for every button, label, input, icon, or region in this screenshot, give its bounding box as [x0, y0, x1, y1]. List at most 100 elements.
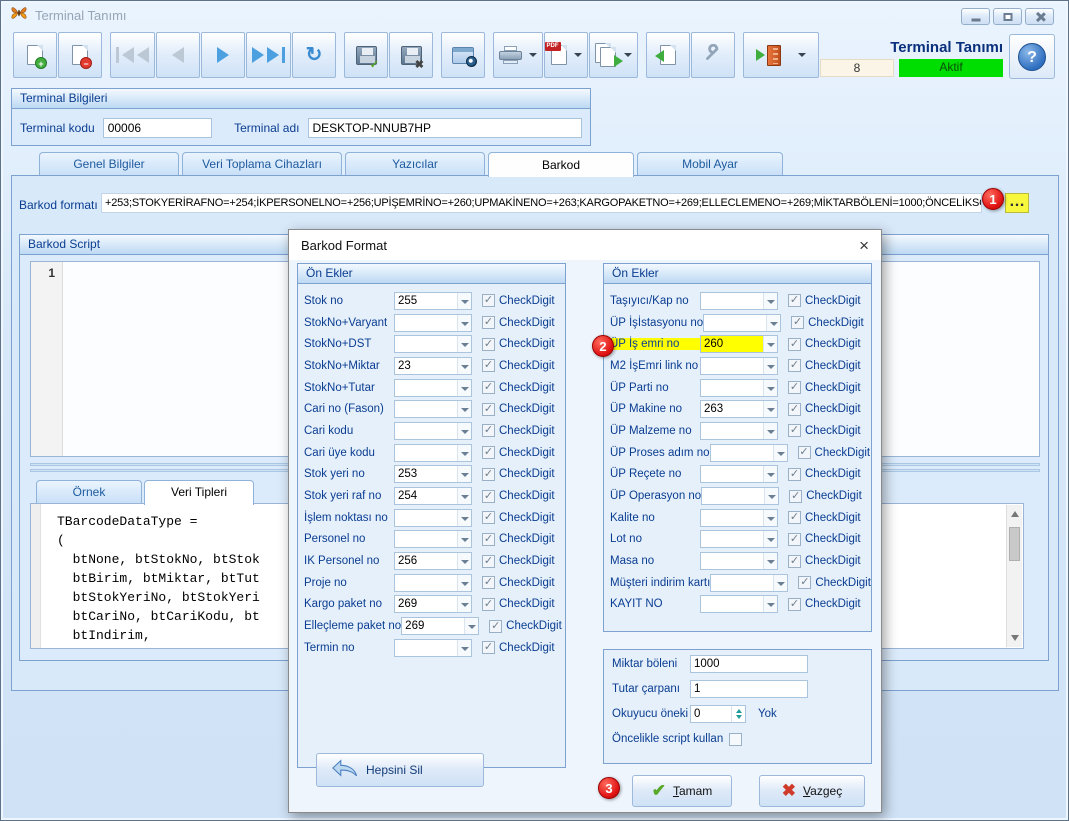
prefix-combo[interactable] — [700, 422, 778, 440]
checkdigit-checkbox[interactable]: ✓ — [788, 403, 801, 416]
prefix-combo[interactable]: 269 — [401, 617, 479, 635]
combo-arrow-icon[interactable] — [763, 358, 777, 374]
prefix-combo[interactable] — [394, 639, 472, 657]
prefix-combo[interactable] — [703, 314, 781, 332]
combo-arrow-icon[interactable] — [464, 618, 478, 634]
prefix-combo[interactable]: 269 — [394, 595, 472, 613]
prefix-combo[interactable] — [394, 314, 472, 332]
terminal-kodu-input[interactable]: 00006 — [103, 118, 212, 138]
barkod-format-field[interactable]: +253;STOKYERİRAFNO=+254;İKPERSONELNO=+25… — [101, 193, 982, 213]
combo-arrow-icon[interactable] — [457, 445, 471, 461]
import-button[interactable] — [646, 32, 690, 78]
main-tab[interactable]: Yazıcılar — [345, 152, 485, 175]
checkdigit-checkbox[interactable]: ✓ — [788, 424, 801, 437]
combo-arrow-icon[interactable] — [773, 445, 787, 461]
checkdigit-checkbox[interactable]: ✓ — [482, 468, 495, 481]
combo-arrow-icon[interactable] — [457, 510, 471, 526]
maximize-button[interactable] — [993, 8, 1022, 25]
prefix-combo[interactable]: 23 — [394, 357, 472, 375]
last-record-button[interactable] — [246, 32, 291, 78]
terminal-adi-input[interactable]: DESKTOP-NNUB7HP — [308, 118, 583, 138]
checkdigit-checkbox[interactable]: ✓ — [788, 533, 801, 546]
checkdigit-checkbox[interactable]: ✓ — [482, 555, 495, 568]
combo-arrow-icon[interactable] — [457, 553, 471, 569]
prefix-combo[interactable] — [394, 530, 472, 548]
vertical-scrollbar[interactable] — [1006, 505, 1022, 647]
close-button[interactable] — [1025, 8, 1054, 25]
prefix-combo[interactable] — [710, 444, 788, 462]
format-ellipsis-button[interactable]: … — [1005, 193, 1029, 213]
prefix-combo[interactable] — [700, 595, 778, 613]
prefix-combo[interactable] — [700, 465, 778, 483]
combo-arrow-icon[interactable] — [763, 510, 777, 526]
checkdigit-checkbox[interactable]: ✓ — [798, 446, 811, 459]
next-record-button[interactable] — [201, 32, 245, 78]
combo-arrow-icon[interactable] — [457, 596, 471, 612]
checkdigit-checkbox[interactable]: ✓ — [482, 338, 495, 351]
previous-record-button[interactable] — [156, 32, 200, 78]
combo-arrow-icon[interactable] — [457, 466, 471, 482]
combo-arrow-icon[interactable] — [457, 336, 471, 352]
save-button[interactable]: ✓ — [344, 32, 388, 78]
main-tab[interactable]: Veri Toplama Cihazları — [182, 152, 342, 175]
combo-arrow-icon[interactable] — [457, 315, 471, 331]
copy-transfer-button[interactable] — [589, 32, 638, 78]
prefix-combo[interactable] — [700, 357, 778, 375]
okuyucu-oneki-spinner[interactable]: 0 — [690, 705, 746, 723]
combo-arrow-icon[interactable] — [766, 315, 780, 331]
exit-button[interactable] — [743, 32, 819, 78]
combo-arrow-icon[interactable] — [763, 293, 777, 309]
combo-arrow-icon[interactable] — [457, 423, 471, 439]
prefix-combo[interactable] — [700, 552, 778, 570]
combo-arrow-icon[interactable] — [763, 531, 777, 547]
combo-arrow-icon[interactable] — [763, 596, 777, 612]
prefix-combo[interactable] — [394, 444, 472, 462]
checkdigit-checkbox[interactable]: ✓ — [788, 338, 801, 351]
prefix-combo[interactable] — [394, 422, 472, 440]
main-tab[interactable]: Mobil Ayar — [637, 152, 783, 175]
first-record-button[interactable] — [110, 32, 155, 78]
prefix-combo[interactable] — [394, 335, 472, 353]
checkdigit-checkbox[interactable]: ✓ — [798, 576, 811, 589]
refresh-button[interactable]: ↻ — [292, 32, 336, 78]
scroll-down-icon[interactable] — [1011, 635, 1019, 641]
spinner-arrows-icon[interactable] — [731, 706, 745, 722]
script-kullan-checkbox[interactable] — [729, 733, 742, 746]
prefix-combo[interactable] — [394, 509, 472, 527]
hepsini-sil-button[interactable]: Hepsini Sil — [316, 753, 484, 787]
inner-tab[interactable]: Veri Tipleri — [144, 480, 254, 505]
tools-button[interactable] — [691, 32, 735, 78]
scroll-up-icon[interactable] — [1011, 511, 1019, 517]
checkdigit-checkbox[interactable]: ✓ — [482, 576, 495, 589]
scroll-thumb[interactable] — [1009, 527, 1020, 561]
prefix-combo[interactable]: 255 — [394, 292, 472, 310]
combo-arrow-icon[interactable] — [773, 575, 787, 591]
checkdigit-checkbox[interactable]: ✓ — [489, 620, 502, 633]
prefix-combo[interactable] — [394, 379, 472, 397]
combo-arrow-icon[interactable] — [763, 380, 777, 396]
checkdigit-checkbox[interactable]: ✓ — [482, 511, 495, 524]
combo-arrow-icon[interactable] — [457, 531, 471, 547]
prefix-combo[interactable] — [700, 379, 778, 397]
prefix-combo[interactable] — [394, 574, 472, 592]
save-cancel-button[interactable]: ✖ — [389, 32, 433, 78]
checkdigit-checkbox[interactable]: ✓ — [788, 555, 801, 568]
combo-arrow-icon[interactable] — [457, 575, 471, 591]
delete-record-button[interactable]: − — [58, 32, 102, 78]
tutar-carpani-input[interactable]: 1 — [690, 680, 808, 698]
checkdigit-checkbox[interactable]: ✓ — [482, 316, 495, 329]
checkdigit-checkbox[interactable]: ✓ — [482, 359, 495, 372]
prefix-combo[interactable]: 254 — [394, 487, 472, 505]
checkdigit-checkbox[interactable]: ✓ — [788, 381, 801, 394]
vazgec-button[interactable]: ✖ Vazgeç — [759, 775, 865, 807]
combo-arrow-icon[interactable] — [764, 488, 778, 504]
checkdigit-checkbox[interactable]: ✓ — [482, 533, 495, 546]
main-tab[interactable]: Genel Bilgiler — [39, 152, 179, 175]
combo-arrow-icon[interactable] — [763, 401, 777, 417]
checkdigit-checkbox[interactable]: ✓ — [788, 294, 801, 307]
main-tab[interactable]: Barkod — [488, 152, 634, 177]
dialog-close-button[interactable]: × — [859, 237, 869, 254]
checkdigit-checkbox[interactable]: ✓ — [482, 424, 495, 437]
prefix-combo[interactable] — [701, 487, 779, 505]
checkdigit-checkbox[interactable]: ✓ — [482, 641, 495, 654]
